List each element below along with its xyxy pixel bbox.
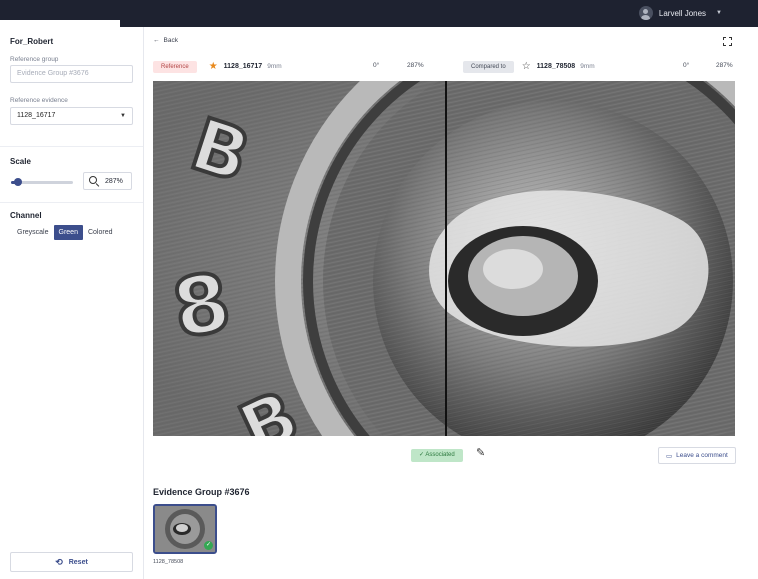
reference-tag: Reference [153, 60, 197, 73]
compared-header: Compared to ☆ 1128_78508 9mm [463, 60, 595, 73]
scale-slider-thumb[interactable] [14, 178, 23, 186]
channel-green[interactable]: Green [53, 225, 83, 240]
zoom-input[interactable]: 287% [83, 172, 132, 190]
reference-evidence-label: Reference evidence [10, 97, 68, 104]
compared-id: 1128_78508 [536, 63, 576, 70]
reference-group-label: Reference group [10, 56, 59, 63]
comment-icon: ▭ [666, 452, 673, 460]
reset-label: Reset [68, 558, 88, 566]
association-status-badge: ✓ Associated [411, 449, 463, 462]
comparison-viewer[interactable]: B 8 B [153, 81, 735, 436]
comment-label: Leave a comment [676, 452, 728, 459]
main-area: ← Back Reference ★ 1128_16717 9mm 0° 287… [144, 27, 758, 579]
leave-comment-button[interactable]: ▭ Leave a comment [658, 447, 736, 464]
reference-evidence-select[interactable]: 1128_16717 ▼ [10, 107, 133, 125]
check-icon: ✓ [204, 541, 213, 550]
channel-title: Channel [10, 211, 42, 220]
reference-size: 9mm [267, 63, 282, 70]
reference-header: Reference ★ 1128_16717 9mm [153, 60, 282, 73]
edit-pencil-icon[interactable]: ✎ [476, 448, 485, 459]
scale-slider[interactable] [11, 178, 73, 186]
reset-button[interactable]: ⟲ Reset [10, 552, 133, 572]
channel-selector: Greyscale Green Colored [12, 225, 118, 240]
channel-greyscale[interactable]: Greyscale [12, 225, 54, 240]
star-filled-icon[interactable]: ★ [209, 61, 218, 72]
fullscreen-icon[interactable] [723, 37, 732, 46]
cartridge-surface-image: B 8 B [153, 81, 735, 436]
chevron-down-icon: ▼ [716, 10, 722, 16]
evidence-thumbnail[interactable]: ✓ [153, 504, 217, 554]
zoom-value: 287% [105, 177, 123, 185]
split-line-handle[interactable] [445, 81, 447, 436]
user-avatar-icon [638, 6, 653, 20]
sidebar: For_Robert Reference group Evidence Grou… [0, 27, 144, 579]
star-outline-icon[interactable]: ☆ [522, 61, 531, 72]
user-name: Larvell Jones [658, 8, 707, 18]
reference-zoom: 287% [407, 62, 424, 69]
reference-evidence-value: 1128_16717 [17, 112, 56, 119]
arrow-left-icon: ← [153, 37, 160, 44]
scale-title: Scale [10, 157, 31, 166]
user-menu[interactable]: Larvell Jones ▼ [638, 5, 722, 21]
compared-size: 9mm [580, 63, 595, 70]
divider [0, 202, 143, 203]
topbar-notch [0, 20, 120, 27]
channel-colored[interactable]: Colored [83, 225, 118, 240]
back-label: Back [163, 37, 178, 44]
compared-rotation: 0° [683, 62, 690, 69]
zoom-in-icon [89, 176, 99, 186]
case-title: For_Robert [10, 37, 54, 46]
dropdown-caret-icon: ▼ [120, 113, 126, 119]
reference-rotation: 0° [373, 62, 380, 69]
reference-id: 1128_16717 [223, 63, 263, 70]
compared-zoom: 287% [716, 62, 733, 69]
compared-tag: Compared to [463, 60, 514, 73]
thumbnail-label: 1128_78508 [153, 559, 184, 565]
reference-group-field[interactable]: Evidence Group #3676 [10, 65, 133, 83]
divider [0, 146, 143, 147]
association-status: Associated [425, 452, 455, 458]
reset-icon: ⟲ [55, 556, 63, 567]
back-link[interactable]: ← Back [153, 37, 178, 44]
evidence-group-title: Evidence Group #3676 [153, 487, 250, 497]
